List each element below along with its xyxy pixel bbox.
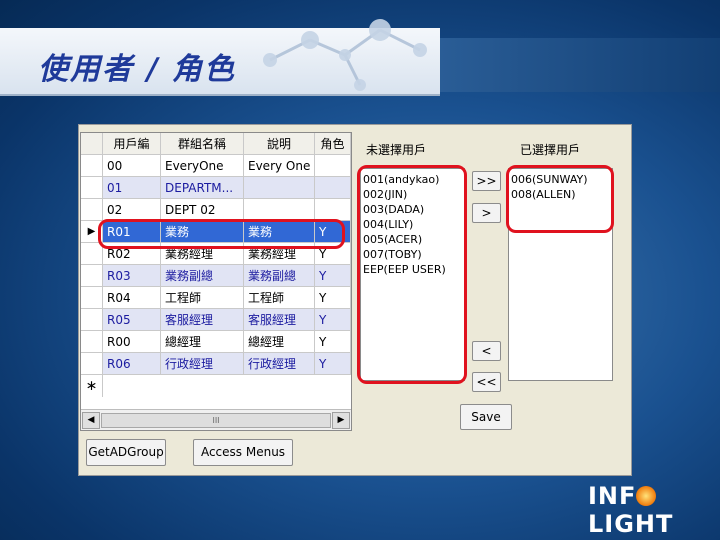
cell-name[interactable]: EveryOne <box>161 155 244 177</box>
row-header[interactable] <box>81 265 103 287</box>
cell-name[interactable]: 工程師 <box>161 287 244 309</box>
grid-header: 用戶編 群組名稱 說明 角色 <box>81 133 351 155</box>
cell-desc[interactable]: 總經理 <box>244 331 315 353</box>
infolight-logo: INFLIGHT <box>588 482 720 538</box>
column-header-role[interactable]: 角色 <box>315 133 351 155</box>
logo-orb-icon <box>636 486 657 506</box>
cell-name[interactable]: 總經理 <box>161 331 244 353</box>
cell-name[interactable]: 業務副總 <box>161 265 244 287</box>
cell-role[interactable] <box>315 199 351 221</box>
row-header[interactable] <box>81 155 103 177</box>
cell-desc[interactable] <box>244 177 315 199</box>
cell-desc[interactable]: 工程師 <box>244 287 315 309</box>
row-header[interactable] <box>81 353 103 375</box>
save-button[interactable]: Save <box>460 404 512 430</box>
cell-id[interactable]: R00 <box>103 331 161 353</box>
cell-id[interactable]: 01 <box>103 177 161 199</box>
row-header[interactable] <box>81 177 103 199</box>
cell-id[interactable]: 00 <box>103 155 161 177</box>
logo-text-right: LIGHT <box>588 510 674 538</box>
cell-role[interactable] <box>315 177 351 199</box>
new-row-marker: ∗ <box>81 375 103 397</box>
table-row[interactable]: R05 客服經理 客服經理 Y <box>81 309 351 331</box>
table-row[interactable]: R03 業務副總 業務副總 Y <box>81 265 351 287</box>
cell-name[interactable]: DEPT 02 <box>161 199 244 221</box>
table-row[interactable]: 02 DEPT 02 <box>81 199 351 221</box>
cell-desc[interactable]: 業務副總 <box>244 265 315 287</box>
cell-desc[interactable] <box>244 199 315 221</box>
row-header[interactable] <box>81 331 103 353</box>
column-header-id[interactable]: 用戶編 <box>103 133 161 155</box>
remove-one-button[interactable]: < <box>472 341 501 361</box>
cell-role[interactable]: Y <box>315 265 351 287</box>
remove-all-button[interactable]: << <box>472 372 501 392</box>
cell-role[interactable] <box>315 155 351 177</box>
cell-role[interactable]: Y <box>315 309 351 331</box>
new-row[interactable]: ∗ <box>81 375 351 397</box>
get-ad-group-button[interactable]: GetADGroup <box>86 439 166 466</box>
cell-id[interactable]: R03 <box>103 265 161 287</box>
cell-desc[interactable]: 客服經理 <box>244 309 315 331</box>
highlight-selected-role <box>98 219 345 249</box>
title-band <box>440 38 720 92</box>
cell-name[interactable]: 行政經理 <box>161 353 244 375</box>
molecule-decoration <box>263 19 427 91</box>
cell-id[interactable]: R04 <box>103 287 161 309</box>
logo-text-left: INF <box>588 482 637 510</box>
highlight-unselected-list <box>357 165 467 384</box>
cell-id[interactable]: R05 <box>103 309 161 331</box>
table-row[interactable]: R04 工程師 工程師 Y <box>81 287 351 309</box>
horizontal-scrollbar[interactable]: ◀ III ▶ <box>81 409 351 430</box>
cell-role[interactable]: Y <box>315 353 351 375</box>
slide-title: 使用者 / 角色 <box>38 52 236 87</box>
cell-name[interactable]: DEPARTM... <box>161 177 244 199</box>
unselected-users-label: 未選擇用戶 <box>366 143 427 157</box>
highlight-selected-list <box>506 165 614 233</box>
column-header-desc[interactable]: 說明 <box>244 133 315 155</box>
cell-desc[interactable]: 行政經理 <box>244 353 315 375</box>
cell-id[interactable]: R06 <box>103 353 161 375</box>
group-grid[interactable]: 用戶編 群組名稱 說明 角色 00 EveryOne Every One 01 DEPA… <box>80 132 352 431</box>
column-header-name[interactable]: 群組名稱 <box>161 133 244 155</box>
header-corner <box>81 133 103 155</box>
cell-id[interactable]: 02 <box>103 199 161 221</box>
add-one-button[interactable]: > <box>472 203 501 223</box>
row-header[interactable] <box>81 309 103 331</box>
scroll-left-button[interactable]: ◀ <box>82 412 100 429</box>
add-all-button[interactable]: >> <box>472 171 501 191</box>
access-menus-button[interactable]: Access Menus <box>193 439 293 466</box>
scroll-thumb[interactable]: III <box>101 413 331 428</box>
cell-role[interactable]: Y <box>315 287 351 309</box>
row-header[interactable] <box>81 199 103 221</box>
table-row[interactable]: 01 DEPARTM... <box>81 177 351 199</box>
selected-users-label: 已選擇用戶 <box>520 143 581 157</box>
table-row[interactable]: R06 行政經理 行政經理 Y <box>81 353 351 375</box>
cell-role[interactable]: Y <box>315 331 351 353</box>
scroll-right-button[interactable]: ▶ <box>332 412 350 429</box>
cell-name[interactable]: 客服經理 <box>161 309 244 331</box>
table-row[interactable]: 00 EveryOne Every One <box>81 155 351 177</box>
row-header[interactable] <box>81 243 103 265</box>
cell-desc[interactable]: Every One <box>244 155 315 177</box>
table-row[interactable]: R00 總經理 總經理 Y <box>81 331 351 353</box>
row-header[interactable] <box>81 287 103 309</box>
